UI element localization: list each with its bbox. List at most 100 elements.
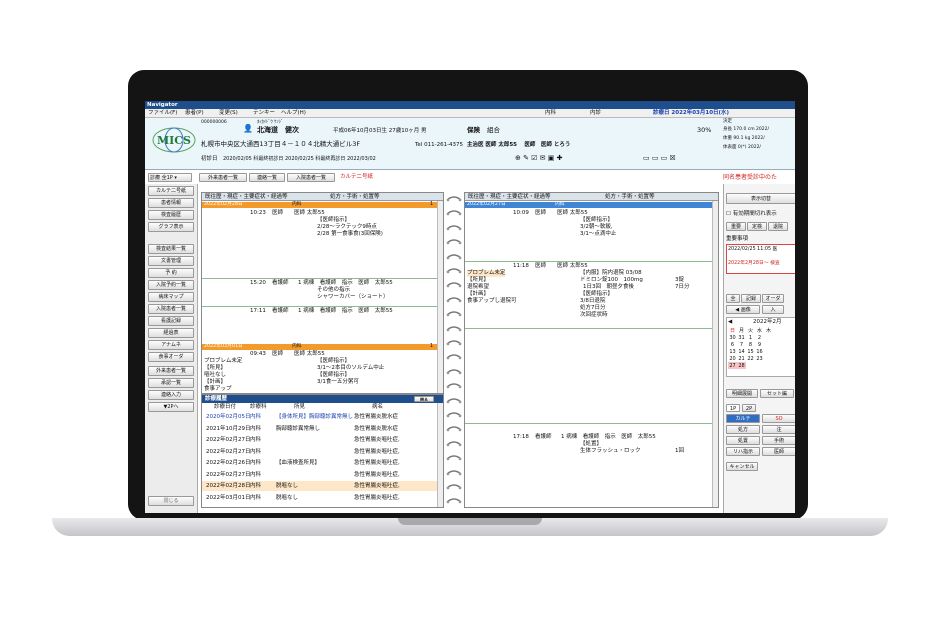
- side-exam-history[interactable]: 検査履歴: [148, 210, 194, 220]
- set-edit-button[interactable]: セット編: [760, 389, 794, 398]
- history-row[interactable]: 2020年02月05日 内科 【身体所見】胸部聴診異常無し 急性胃腸炎脱水症: [202, 412, 438, 422]
- vital-bmi: 体表面 0(*) 2022/: [723, 145, 761, 150]
- side-progress-chart[interactable]: 経過表: [148, 328, 194, 338]
- menu-file[interactable]: ファイル(F): [148, 109, 177, 118]
- history-cell-finding: 胸部聴診異常無し: [276, 425, 321, 432]
- filter-record[interactable]: 記録: [741, 294, 761, 303]
- binder-ring: [446, 340, 462, 346]
- side-outpatient-list[interactable]: 外来患者一覧: [148, 366, 194, 376]
- cancel-button[interactable]: キャンセル: [726, 462, 758, 471]
- menu-help[interactable]: ヘルプ(H): [281, 109, 306, 118]
- side-contact-input[interactable]: 連絡入力: [148, 390, 194, 400]
- side-inpatient-list[interactable]: 入院患者一覧: [148, 304, 194, 314]
- side-karte[interactable]: カルテ二号紙: [148, 186, 194, 196]
- side-reservation[interactable]: 予 約: [148, 268, 194, 278]
- history-column-headers: 診療日付 診療科 所見 病名: [202, 404, 438, 411]
- order-doctor[interactable]: 医師: [762, 447, 795, 456]
- binder-ring: [446, 268, 462, 274]
- side-close[interactable]: 閉じる: [148, 496, 194, 506]
- detail-expand-button[interactable]: 明細展開: [726, 389, 758, 398]
- tab-discharge[interactable]: 退院: [768, 222, 788, 231]
- entry-role: 医師: [272, 210, 284, 216]
- subtab-in[interactable]: 入: [762, 305, 784, 314]
- history-row[interactable]: 2022年02月27日 内科 急性胃腸炎嘔吐症,: [202, 447, 438, 457]
- filter-all[interactable]: 全: [726, 294, 740, 303]
- entry-role: 医師: [535, 263, 547, 269]
- divider: [465, 423, 713, 424]
- side-documents[interactable]: 文書管理: [148, 256, 194, 266]
- order-procedure[interactable]: 処置: [726, 436, 760, 445]
- vital-decide: 決定: [723, 119, 732, 124]
- history-row[interactable]: 2021年10月29日 内科 胸部聴診異常無し 急性胃腸炎脱水症: [202, 424, 438, 434]
- tab-periodic[interactable]: 定検: [747, 222, 767, 231]
- menu-tenkey[interactable]: テンキー: [253, 109, 275, 118]
- expiry-checkbox[interactable]: ☐ 有効期間切れ表示: [726, 211, 777, 218]
- svg-text:MICS: MICS: [157, 134, 191, 147]
- side-exam-results[interactable]: 検査結果一覧: [148, 244, 194, 254]
- order-injection[interactable]: 注: [762, 425, 795, 434]
- tab-karte-memo[interactable]: カルテ二号紙: [340, 174, 373, 181]
- patient-icon: 👤: [243, 124, 253, 133]
- history-row[interactable]: 2022年02月27日 内科 急性胃腸炎嘔吐症,: [202, 435, 438, 445]
- tab-inpatient[interactable]: 入院患者一覧: [287, 173, 335, 182]
- binder-ring: [446, 239, 462, 245]
- side-patient-info[interactable]: 患者情報: [148, 198, 194, 208]
- right-scrollbar[interactable]: [712, 201, 718, 507]
- order-so[interactable]: SO: [762, 414, 795, 423]
- side-approval[interactable]: 承認一覧: [148, 378, 194, 388]
- folder-icons[interactable]: ▭ ▭ ▭ ☒: [643, 154, 676, 162]
- history-scrollbar[interactable]: [437, 403, 443, 507]
- visit-date: 診療日 2022年03月10日(水): [653, 110, 730, 116]
- left-scrollbar[interactable]: [437, 201, 443, 393]
- entry-text: 【医師指示】: [580, 217, 614, 223]
- entry-text: 食事アップし退院可: [467, 298, 517, 304]
- binder-ring: [446, 253, 462, 259]
- subtab-image[interactable]: ◀ 画像: [726, 305, 760, 314]
- side-nursing-record[interactable]: 看護記録: [148, 316, 194, 326]
- binder-ring: [446, 354, 462, 360]
- menu-bar: ファイル(F) 患者(P) 変更(S) テンキー ヘルプ(H) 内科 内診 診療…: [145, 109, 795, 118]
- side-graph[interactable]: グラフ表示: [148, 222, 194, 232]
- entry-time: 10:23: [250, 210, 266, 216]
- tab-outpatient[interactable]: 外来患者一覧: [199, 173, 247, 182]
- entry-time: 10:09: [513, 210, 529, 216]
- history-row[interactable]: 2022年03月01日 内科 脱嘔なし 急性胃腸炎嘔吐症,: [202, 493, 438, 503]
- history-row[interactable]: 2022年02月28日 内科 脱嘔なし 急性胃腸炎嘔吐症,: [202, 481, 438, 491]
- menu-patient[interactable]: 患者(P): [185, 109, 204, 118]
- tab-important[interactable]: 重要: [726, 222, 746, 231]
- view-switch-button[interactable]: 表示切替: [726, 193, 795, 204]
- history-cell-dept: 内科: [250, 437, 262, 443]
- history-cell-disease: 急性胃腸炎嘔吐症,: [354, 448, 400, 455]
- side-anamnesis[interactable]: アナムネ: [148, 340, 194, 350]
- filter-order[interactable]: オーダ: [762, 294, 784, 303]
- side-bed-map[interactable]: 病床マップ: [148, 292, 194, 302]
- dept-select[interactable]: 診療 全1P ▾: [148, 173, 192, 182]
- entry-date: 2022年03月01日: [204, 344, 243, 349]
- order-surgery[interactable]: 手術: [762, 436, 795, 445]
- entry-text: 処方7日分: [580, 305, 606, 311]
- history-row[interactable]: 2022年02月26日 内科 【血液検査所見】 急性胃腸炎嘔吐症,: [202, 458, 438, 468]
- dept-label: 内科: [545, 110, 557, 116]
- side-next-page[interactable]: ▼2Pへ: [148, 402, 194, 412]
- order-prescription[interactable]: 処方: [726, 425, 760, 434]
- important-notes: 2022/02/25 11:05 医 2022年2月28日～ 検査: [726, 244, 795, 274]
- order-page-2[interactable]: 2P: [742, 404, 756, 412]
- entry-author: 医師 太郎55: [557, 263, 588, 269]
- toolbar-icons[interactable]: ⊕ ✎ ☑ ✉ ▣ ✚: [515, 154, 562, 162]
- binder-ring: [446, 210, 462, 216]
- side-panel-right: 表示切替 ☐ 有効期間切れ表示 重要 定検 退院 重要事項 2022/02/25…: [723, 184, 795, 513]
- entry-author: 医師 太郎55: [294, 210, 325, 216]
- order-page-1[interactable]: 1P: [726, 404, 740, 412]
- order-karte[interactable]: カルテ: [726, 414, 760, 423]
- tab-contact[interactable]: 連絡一覧: [249, 173, 285, 182]
- order-rehab[interactable]: リハ指示: [726, 447, 760, 456]
- entry-author: 医師 太郎55: [294, 351, 325, 357]
- history-close-button[interactable]: 閉る: [414, 396, 434, 402]
- history-row[interactable]: 2022年02月27日 内科 急性胃腸炎嘔吐症,: [202, 470, 438, 480]
- menu-change[interactable]: 変更(S): [219, 109, 238, 118]
- side-admission-reservation[interactable]: 入院予約一覧: [148, 280, 194, 290]
- calendar-prev-icon[interactable]: ◀: [728, 319, 732, 326]
- history-title: 診療履歴: [205, 396, 228, 402]
- entry-text: 【内服】院内退院 03/08: [580, 270, 642, 276]
- side-meal-order[interactable]: 食事オーダ: [148, 352, 194, 362]
